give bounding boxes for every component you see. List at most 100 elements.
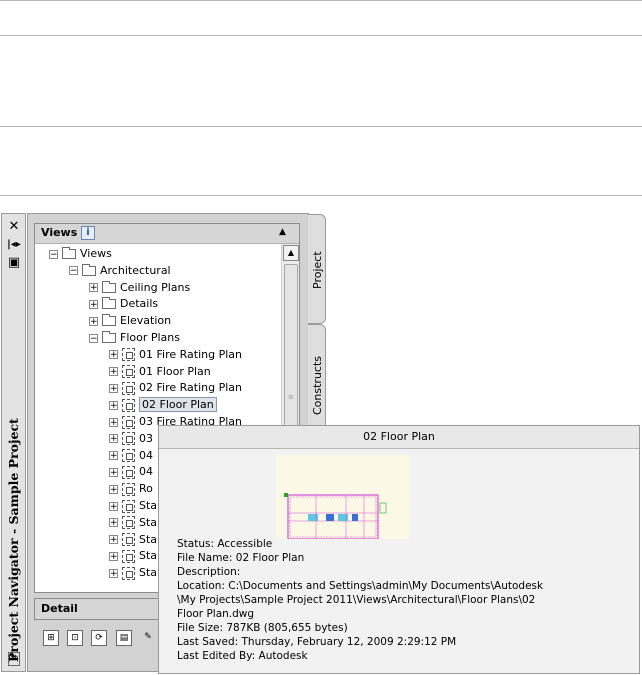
tree-item[interactable]: + Sta	[109, 498, 157, 514]
tree-item[interactable]: +04	[109, 464, 153, 480]
divider-line	[0, 35, 642, 36]
expand-icon[interactable]: +	[109, 568, 118, 578]
tree-item-label: Sta	[139, 532, 158, 546]
edit-icon[interactable]: ✎	[140, 630, 156, 646]
tab-constructs[interactable]: Constructs	[308, 324, 326, 436]
tooltip-line: Last Edited By: Autodesk	[177, 650, 308, 662]
tree-item[interactable]: + Ceiling Plans	[89, 280, 190, 296]
regenerate-icon[interactable]: ⟳	[91, 630, 107, 646]
tree-item[interactable]: − Floor Plans	[89, 330, 180, 346]
tooltip-line: File Name: 02 Floor Plan	[177, 552, 305, 564]
add-view-icon[interactable]: ⊞	[43, 630, 59, 646]
tree-item-label: Sta	[139, 549, 158, 563]
folder-icon	[102, 280, 116, 293]
tree-item[interactable]: +01 Floor Plan	[109, 364, 211, 380]
expand-icon[interactable]: +	[89, 283, 98, 293]
tree-item-label: Ro	[139, 482, 153, 496]
tooltip-line: \My Projects\Sample Project 2011\Views\A…	[177, 594, 536, 606]
tooltip-line: Status: Accessible	[177, 538, 273, 550]
tree-item[interactable]: − Views	[49, 246, 112, 262]
palette-titlebar[interactable]: ✕ |◂▸ ▣ Project Navigator - Sample Proje…	[1, 213, 26, 672]
view-icon	[122, 499, 135, 513]
collapse-icon[interactable]: −	[89, 333, 98, 343]
expand-icon[interactable]: +	[109, 451, 118, 461]
views-panel-title: Views	[41, 226, 78, 239]
tree-item[interactable]: +03	[109, 431, 153, 447]
tree-item-label: Sta	[139, 566, 158, 580]
collapse-icon[interactable]: −	[69, 266, 78, 276]
view-icon	[122, 566, 135, 580]
expand-icon[interactable]: +	[109, 350, 118, 360]
tree-item[interactable]: + Details	[89, 296, 158, 312]
tree-item-label: 04	[139, 465, 153, 479]
expand-icon[interactable]: +	[109, 400, 118, 410]
divider-line	[0, 195, 642, 196]
info-icon[interactable]: i	[81, 226, 95, 240]
expand-icon[interactable]: +	[109, 383, 118, 393]
tree-item[interactable]: +02 Fire Rating Plan	[109, 380, 242, 396]
tab-project[interactable]: Project	[308, 214, 326, 324]
view-icon	[122, 415, 135, 429]
view-tooltip: 02 Floor Plan Status: Accessible File Nam…	[158, 425, 640, 674]
collapse-icon[interactable]: −	[49, 249, 58, 259]
tree-item[interactable]: + Sta	[109, 565, 157, 581]
tree-item-label: Ceiling Plans	[120, 280, 191, 294]
tree-item-label: 01 Fire Rating Plan	[139, 347, 242, 361]
tree-item[interactable]: + Sta	[109, 548, 157, 564]
tree-item[interactable]: +02 Floor Plan	[109, 397, 217, 413]
divider-line	[0, 126, 642, 127]
expand-icon[interactable]: +	[109, 501, 118, 511]
tree-item-label: Architectural	[100, 263, 171, 277]
view-icon	[122, 381, 135, 395]
open-folder-icon	[62, 247, 76, 259]
tree-item-label: Views	[80, 247, 112, 260]
clipboard-icon[interactable]: ▤	[116, 630, 132, 646]
expand-icon[interactable]: +	[109, 434, 118, 444]
folder-icon	[102, 314, 116, 327]
tooltip-line: Last Saved: Thursday, February 12, 2009 …	[177, 636, 457, 648]
view-icon	[122, 549, 135, 563]
folder-icon	[102, 297, 116, 310]
tree-item[interactable]: + Sta	[109, 515, 157, 531]
tree-item-label: Sta	[139, 499, 158, 512]
view-icon	[122, 482, 135, 496]
view-icon	[122, 465, 135, 479]
tree-item[interactable]: + Ro	[109, 481, 153, 497]
collapse-up-icon[interactable]: ▲	[279, 227, 286, 237]
tree-item[interactable]: + Sta	[109, 532, 157, 548]
tooltip-line: Description:	[177, 566, 241, 578]
expand-icon[interactable]: +	[109, 535, 118, 545]
expand-icon[interactable]: +	[109, 467, 118, 477]
view-icon	[122, 348, 135, 362]
tree-item[interactable]: +01 Fire Rating Plan	[109, 347, 242, 363]
add-section-icon[interactable]: ⊡	[67, 630, 83, 646]
views-panel-header[interactable]: Views i ▲	[35, 224, 299, 244]
expand-icon[interactable]: +	[89, 299, 98, 309]
expand-icon[interactable]: +	[109, 484, 118, 494]
palette-menu-icon[interactable]: ⌗	[8, 652, 20, 666]
tab-constructs-label: Constructs	[311, 355, 324, 415]
tooltip-details: Status: Accessible File Name: 02 Floor Pl…	[177, 537, 637, 663]
tooltip-title: 02 Floor Plan	[159, 426, 639, 449]
expand-icon[interactable]: +	[109, 417, 118, 427]
tooltip-line: Floor Plan.dwg	[177, 608, 255, 620]
floor-plan-thumbnail	[276, 455, 409, 540]
tree-item[interactable]: +04	[109, 448, 153, 464]
tree-item[interactable]: − Architectural	[69, 263, 171, 279]
tooltip-line: File Size: 787KB (805,655 bytes)	[177, 622, 348, 634]
view-icon	[122, 533, 135, 547]
close-icon[interactable]: ✕	[6, 220, 22, 234]
scroll-up-icon[interactable]: ▲	[283, 245, 299, 261]
tree-item-label: 04	[139, 448, 153, 462]
view-icon	[122, 516, 135, 530]
tree-item-label: 02 Fire Rating Plan	[139, 381, 242, 395]
tree-item-label: 01 Floor Plan	[139, 364, 211, 378]
tree-item[interactable]: + Elevation	[89, 313, 171, 329]
view-icon	[122, 398, 135, 412]
tree-item-label: Sta	[139, 515, 158, 529]
expand-icon[interactable]: +	[109, 367, 118, 377]
expand-icon[interactable]: +	[109, 551, 118, 561]
open-folder-icon	[82, 263, 96, 276]
expand-icon[interactable]: +	[89, 316, 98, 326]
expand-icon[interactable]: +	[109, 518, 118, 528]
